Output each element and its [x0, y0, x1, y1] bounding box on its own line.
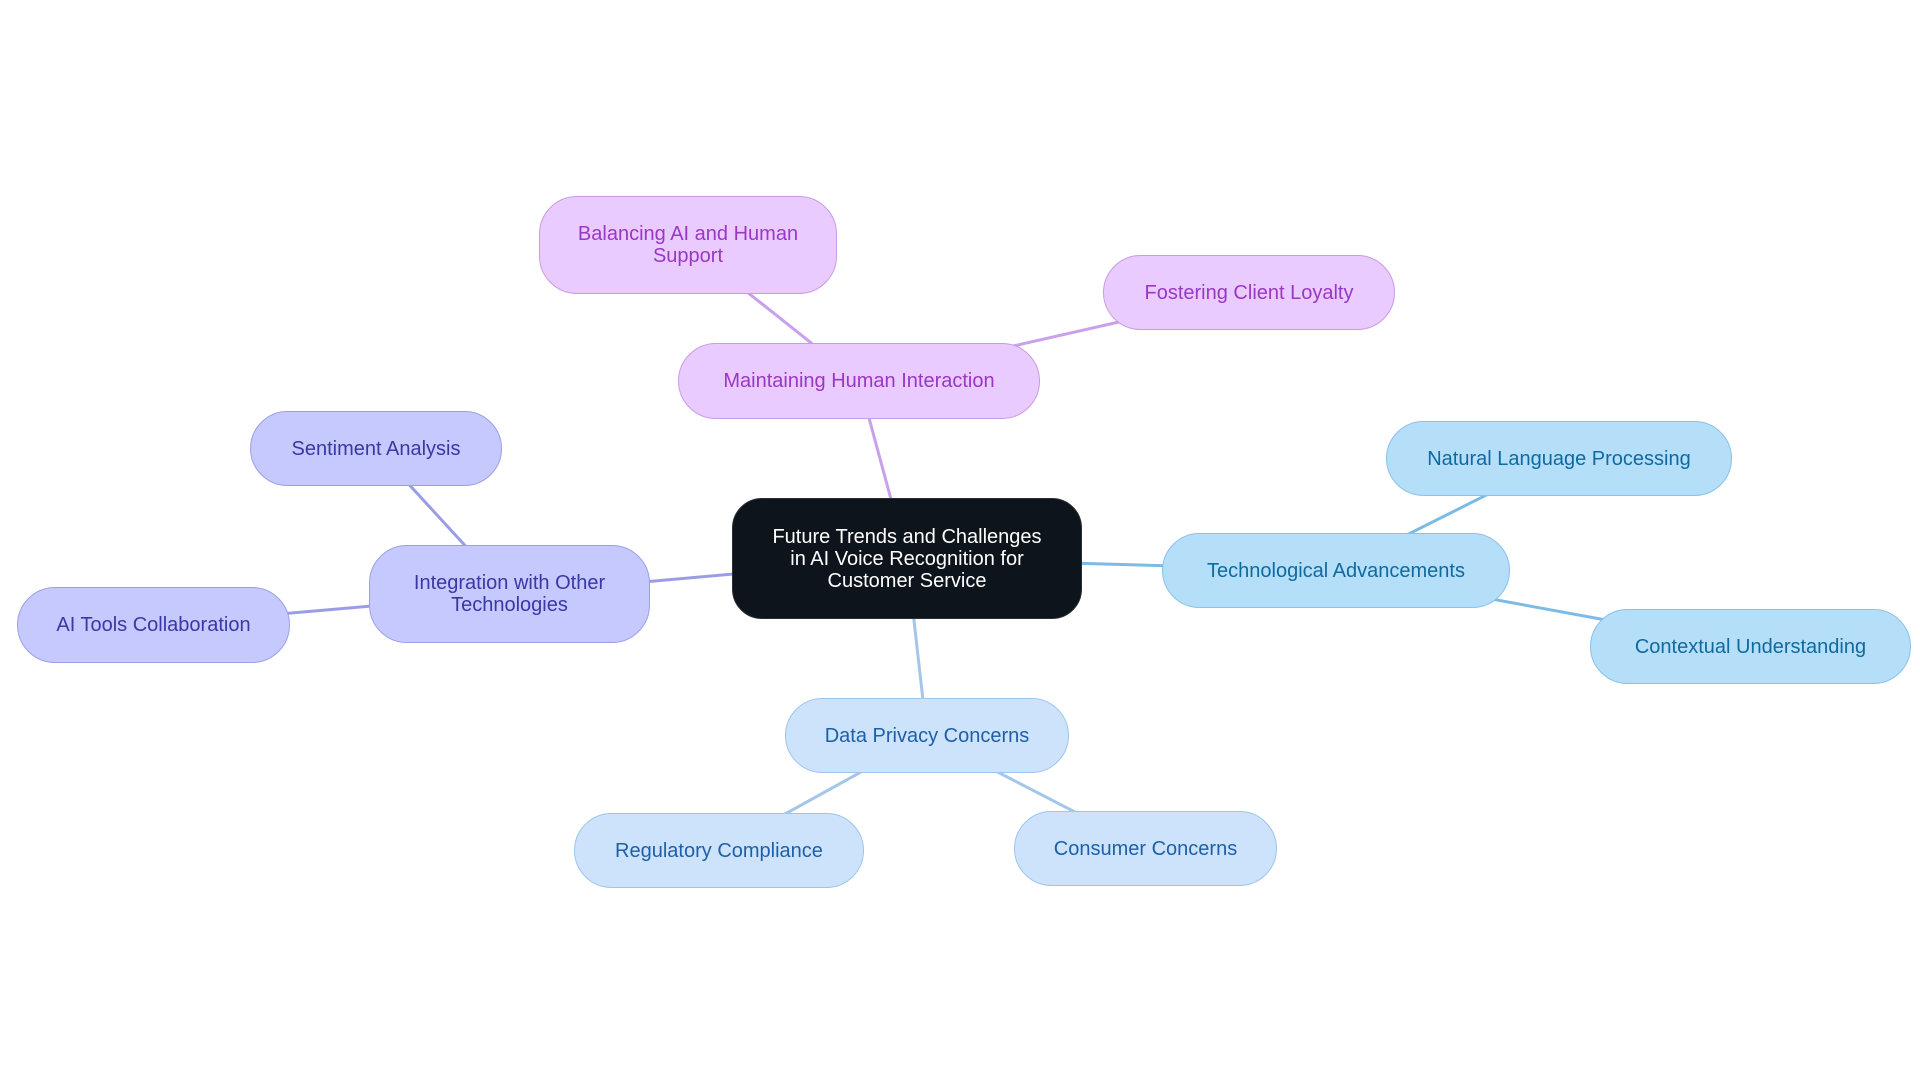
leaf-node-context-label: Contextual Understanding [1634, 635, 1867, 658]
leaf-node-nlp[interactable]: Natural Language Processing [1386, 421, 1732, 496]
branch-node-integration-label: Integration with Other Technologies [413, 572, 606, 616]
leaf-node-consumer-label: Consumer Concerns [1053, 837, 1238, 860]
root-node-label: Future Trends and Challenges in AI Voice… [772, 525, 1042, 592]
leaf-node-sentiment[interactable]: Sentiment Analysis [250, 411, 502, 486]
leaf-node-context[interactable]: Contextual Understanding [1590, 609, 1911, 684]
leaf-node-nlp-label: Natural Language Processing [1427, 447, 1691, 470]
branch-node-human-label: Maintaining Human Interaction [723, 370, 995, 392]
leaf-node-consumer[interactable]: Consumer Concerns [1014, 811, 1277, 886]
branch-node-human[interactable]: Maintaining Human Interaction [678, 343, 1040, 419]
leaf-node-loyalty-label: Fostering Client Loyalty [1144, 281, 1354, 304]
root-node[interactable]: Future Trends and Challenges in AI Voice… [732, 498, 1082, 619]
leaf-node-balancing-label: Balancing AI and Human Support [577, 223, 799, 267]
branch-node-privacy-label: Data Privacy Concerns [824, 724, 1030, 747]
leaf-node-regulatory[interactable]: Regulatory Compliance [574, 813, 864, 888]
leaf-node-aitools-label: AI Tools Collaboration [56, 614, 251, 636]
branch-node-integration[interactable]: Integration with Other Technologies [369, 545, 650, 643]
leaf-node-regulatory-label: Regulatory Compliance [615, 839, 823, 862]
leaf-node-aitools[interactable]: AI Tools Collaboration [17, 587, 290, 663]
leaf-node-balancing[interactable]: Balancing AI and Human Support [539, 196, 837, 294]
branch-node-tech-label: Technological Advancements [1207, 559, 1465, 582]
leaf-node-loyalty[interactable]: Fostering Client Loyalty [1103, 255, 1395, 330]
leaf-node-sentiment-label: Sentiment Analysis [291, 437, 461, 460]
branch-node-privacy[interactable]: Data Privacy Concerns [785, 698, 1069, 773]
branch-node-tech[interactable]: Technological Advancements [1162, 533, 1510, 608]
